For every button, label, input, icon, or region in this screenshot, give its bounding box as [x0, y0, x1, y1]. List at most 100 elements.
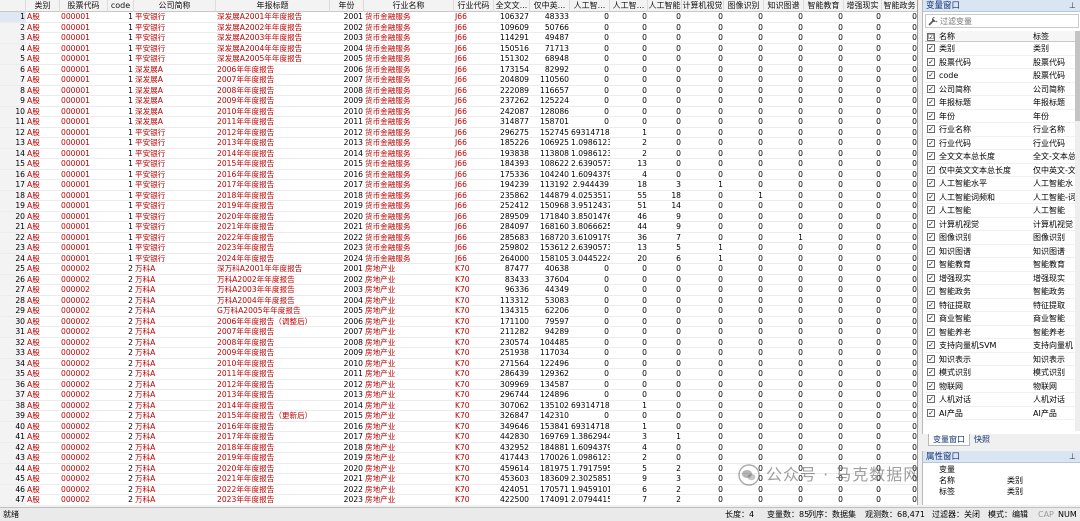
cell-title[interactable]: 深发展A2002年年度报告 — [216, 23, 330, 33]
cell-lb[interactable]: A股 — [26, 338, 60, 348]
cell-gov[interactable]: 0 — [882, 401, 917, 411]
cell-img[interactable]: 0 — [724, 75, 764, 85]
column-header-title[interactable]: 年报标题 — [216, 0, 330, 12]
cell-ar[interactable]: 0 — [844, 44, 882, 54]
cell-cv[interactable]: 0 — [682, 233, 724, 243]
variable-list-item[interactable]: ✓ 人工智能词频和 人工智能-词 — [925, 191, 1075, 204]
cell-indc[interactable]: K70 — [454, 411, 494, 421]
cell-indc[interactable]: K70 — [454, 275, 494, 285]
cell-lb[interactable]: A股 — [26, 453, 60, 463]
cell-code[interactable]: 2 — [108, 285, 134, 295]
property-row[interactable]: 标签 类别 — [925, 486, 1079, 497]
cell-ai[interactable]: 0 — [648, 159, 682, 169]
cell-gov[interactable]: 0 — [882, 296, 917, 306]
cell-lb[interactable]: A股 — [26, 96, 60, 106]
cell-ind[interactable]: 房地产业 — [364, 275, 454, 285]
cell-year[interactable]: 2023 — [330, 243, 364, 253]
cell-gov[interactable]: 0 — [882, 117, 917, 127]
cell-lb[interactable]: A股 — [26, 180, 60, 190]
cell-indc[interactable]: J66 — [454, 128, 494, 138]
variable-checkbox[interactable]: ✓ — [927, 98, 935, 106]
cell-kg[interactable]: 0 — [764, 65, 804, 75]
cell-ai_lvl[interactable]: 0 — [570, 86, 610, 96]
cell-name[interactable]: 万科A — [134, 359, 216, 369]
cell-img[interactable]: 0 — [724, 306, 764, 316]
cell-code[interactable]: 1 — [108, 254, 134, 264]
cell-ind[interactable]: 房地产业 — [364, 296, 454, 306]
cell-img[interactable]: 0 — [724, 401, 764, 411]
cell-ind[interactable]: 货币金融服务 — [364, 222, 454, 232]
cell-title[interactable]: 2015年年度报告（更新后） — [216, 411, 330, 421]
cell-edu[interactable]: 0 — [804, 33, 844, 43]
grid-body[interactable]: 1 A股 000001 1 平安银行 深发展A2001年年度报告 2001 货币金融服务 J66… — [0, 12, 917, 505]
cell-kg[interactable]: 0 — [764, 401, 804, 411]
variable-list-item[interactable]: ✓ 支持向量机SVM 支持向量机 — [925, 339, 1075, 353]
cell-ai[interactable]: 2 — [648, 485, 682, 495]
cell-title[interactable]: 2011年年度报告 — [216, 117, 330, 127]
cell-ind[interactable]: 货币金融服务 — [364, 107, 454, 117]
cell-cv[interactable]: 0 — [682, 12, 724, 22]
cell-title[interactable]: 2021年年度报告 — [216, 222, 330, 232]
cell-ar[interactable]: 0 — [844, 170, 882, 180]
variable-list-item[interactable]: ✓ 计算机视觉 计算机视觉 — [925, 218, 1075, 231]
cell-indc[interactable]: K70 — [454, 474, 494, 484]
cell-ar[interactable]: 0 — [844, 233, 882, 243]
cell-name[interactable]: 深发展A — [134, 75, 216, 85]
column-header-code[interactable]: code — [108, 0, 134, 12]
cell-img[interactable]: 0 — [724, 44, 764, 54]
cell-ind[interactable]: 房地产业 — [364, 453, 454, 463]
cell-ai_lvl[interactable]: 0 — [570, 296, 610, 306]
cell-fulllen[interactable]: 211282 — [494, 327, 530, 337]
cell-edu[interactable]: 0 — [804, 359, 844, 369]
cell-code6[interactable]: 000002 — [60, 327, 108, 337]
cell-year[interactable]: 2006 — [330, 65, 364, 75]
cell-title[interactable]: 2022年年度报告 — [216, 233, 330, 243]
cell-name[interactable]: 深发展A — [134, 86, 216, 96]
cell-indc[interactable]: K70 — [454, 422, 494, 432]
cell-code6[interactable]: 000001 — [60, 233, 108, 243]
cell-edu[interactable]: 0 — [804, 390, 844, 400]
cell-kg[interactable]: 0 — [764, 75, 804, 85]
cell-img[interactable]: 0 — [724, 390, 764, 400]
column-header-idx[interactable] — [0, 0, 26, 12]
cell-indc[interactable]: K70 — [454, 296, 494, 306]
cell-img[interactable]: 0 — [724, 380, 764, 390]
cell-gov[interactable]: 0 — [882, 138, 917, 148]
cell-img[interactable]: 0 — [724, 254, 764, 264]
filter-variables-input[interactable] — [940, 16, 1076, 27]
column-header-gov[interactable]: 智能政务 — [882, 0, 917, 12]
cell-fulllen[interactable]: 150516 — [494, 44, 530, 54]
cell-ar[interactable]: 0 — [844, 411, 882, 421]
cell-ai_tech[interactable]: 0 — [610, 411, 648, 421]
cell-gov[interactable]: 0 — [882, 275, 917, 285]
cell-code[interactable]: 2 — [108, 443, 134, 453]
variable-checkbox[interactable]: ✓ — [927, 314, 935, 322]
cell-cv[interactable]: 0 — [682, 86, 724, 96]
cell-lb[interactable]: A股 — [26, 464, 60, 474]
cell-fulllen[interactable]: 422500 — [494, 495, 530, 505]
cell-ind[interactable]: 房地产业 — [364, 443, 454, 453]
filter-box[interactable] — [925, 14, 1079, 28]
cell-edu[interactable]: 0 — [804, 159, 844, 169]
cell-ai[interactable]: 0 — [648, 117, 682, 127]
cell-lb[interactable]: A股 — [26, 44, 60, 54]
cell-ai[interactable]: 0 — [648, 128, 682, 138]
cell-gov[interactable]: 0 — [882, 96, 917, 106]
cell-fulllen[interactable]: 296275 — [494, 128, 530, 138]
cell-gov[interactable]: 0 — [882, 54, 917, 64]
cell-year[interactable]: 2014 — [330, 401, 364, 411]
cell-fulllen[interactable]: 83433 — [494, 275, 530, 285]
cell-ai_lvl[interactable]: 0 — [570, 369, 610, 379]
cell-gov[interactable]: 0 — [882, 233, 917, 243]
cell-ai_lvl[interactable]: 0 — [570, 348, 610, 358]
cell-kg[interactable]: 0 — [764, 44, 804, 54]
cell-gov[interactable]: 0 — [882, 12, 917, 22]
cell-cv[interactable]: 0 — [682, 317, 724, 327]
cell-cnlen[interactable]: 44349 — [530, 285, 570, 295]
cell-lb[interactable]: A股 — [26, 285, 60, 295]
cell-title[interactable]: 2019年年度报告 — [216, 453, 330, 463]
cell-ai_lvl[interactable]: 0 — [570, 285, 610, 295]
cell-ar[interactable]: 0 — [844, 432, 882, 442]
cell-ai[interactable]: 0 — [648, 107, 682, 117]
cell-cv[interactable]: 1 — [682, 180, 724, 190]
